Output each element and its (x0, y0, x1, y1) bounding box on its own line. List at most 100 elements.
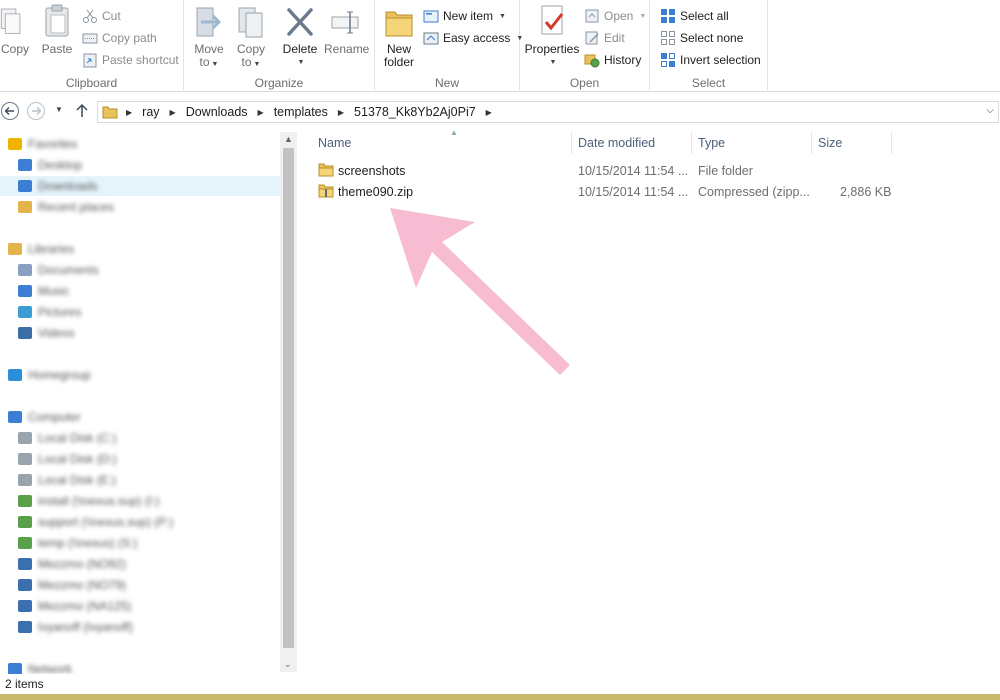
history-button[interactable]: History (584, 50, 641, 70)
homegroup-icon (8, 369, 22, 381)
file-row-theme090-zip[interactable]: theme090.zip 10/15/2014 11:54 ... Compre… (312, 182, 892, 202)
address-dropdown-icon[interactable]: ⌵ (986, 105, 994, 116)
sort-ascending-icon: ▲ (450, 128, 458, 137)
navigation-pane: Favorites Desktop Downloads Recent places Li… (0, 132, 282, 674)
select-group: Select all Select none Invert selection … (650, 0, 768, 92)
nav-item-mezzmo-no79[interactable]: Mezzmo (NO79) (0, 575, 280, 595)
properties-caret-icon: ▼ (549, 59, 557, 66)
nav-item-temp-nexus-s[interactable]: temp (\\nexus) (S:) (0, 533, 280, 553)
delete-button[interactable]: Delete ▼ (282, 4, 318, 69)
select-all-button[interactable]: Select all (660, 6, 729, 26)
nav-item-local-disk-c[interactable]: Local Disk (C:) (0, 428, 280, 448)
taskbar-strip (0, 694, 1000, 700)
file-name: theme090.zip (338, 185, 414, 199)
nav-item-pictures[interactable]: Pictures (0, 302, 280, 322)
libraries-icon (8, 243, 22, 255)
nav-item-network[interactable]: Network (0, 659, 280, 674)
videos-icon (18, 327, 32, 339)
column-header-name[interactable]: Name ▲ (312, 128, 572, 154)
scrollbar-thumb[interactable] (283, 148, 294, 648)
open-icon (585, 9, 599, 23)
up-arrow-icon[interactable] (72, 101, 92, 121)
back-arrow-icon[interactable] (0, 101, 20, 121)
scroll-up-icon[interactable]: ▲ (284, 134, 293, 144)
nav-item-computer[interactable]: Computer (0, 407, 280, 427)
breadcrumb-downloads[interactable]: Downloads (186, 105, 248, 119)
nav-item-label: Documents (38, 263, 99, 277)
rename-button[interactable]: Rename (324, 4, 369, 56)
nav-item-documents[interactable]: Documents (0, 260, 280, 280)
forward-arrow-icon[interactable] (26, 101, 46, 121)
paste-shortcut-button[interactable]: Paste shortcut (82, 50, 179, 70)
invert-selection-button[interactable]: Invert selection (660, 50, 761, 70)
copy-path-icon (82, 33, 98, 44)
cut-button[interactable]: Cut (82, 6, 121, 26)
easy-access-button[interactable]: Easy access ▼ (423, 28, 523, 48)
nav-item-install-nexus-sup-i[interactable]: install (\\nexus.sup) (I:) (0, 491, 280, 511)
new-folder-button[interactable]: New folder (381, 4, 417, 69)
easy-access-icon (423, 32, 439, 45)
copy-path-button[interactable]: Copy path (82, 28, 157, 48)
nav-item-label: Libraries (28, 242, 75, 256)
nav-item-local-disk-e[interactable]: Local Disk (E:) (0, 470, 280, 490)
nav-item-videos[interactable]: Videos (0, 323, 280, 343)
computer-icon (8, 411, 22, 423)
media-icon (18, 558, 32, 570)
disk-icon (18, 432, 32, 444)
properties-button[interactable]: Properties ▼ (524, 4, 580, 69)
nav-item-support-nexus-sup-p[interactable]: support (\\nexus.sup) (P:) (0, 512, 280, 532)
zip-folder-icon (318, 184, 334, 198)
open-button[interactable]: Open ▼ (584, 6, 646, 26)
new-folder-icon (385, 11, 413, 37)
nav-item-mezzmo-na125[interactable]: Mezzmo (NA125) (0, 596, 280, 616)
nav-item-libraries[interactable]: Libraries (0, 239, 280, 259)
paste-button[interactable]: Paste (40, 4, 74, 56)
column-header-date-modified[interactable]: Date modified (572, 132, 692, 154)
delete-x-icon (287, 8, 313, 36)
new-group-label: New (434, 76, 459, 90)
clipboard-group-label: Clipboard (65, 76, 118, 90)
edit-icon (585, 31, 599, 45)
select-none-button[interactable]: Select none (660, 28, 743, 48)
nav-item-favorites[interactable]: Favorites (0, 134, 280, 154)
navigation-pane-scrollbar[interactable]: ▲ ⌄ (280, 132, 297, 672)
column-header-type[interactable]: Type (692, 132, 812, 154)
select-group-label: Select (691, 76, 726, 90)
copy-to-button[interactable]: Copy to ▼ (234, 4, 268, 71)
nav-item-music[interactable]: Music (0, 281, 280, 301)
nav-item-recent-places[interactable]: Recent places (0, 197, 280, 217)
downloads-icon (18, 180, 32, 192)
address-bar[interactable]: ▶ ray ▶ Downloads ▶ templates ▶ 51378_Kk… (97, 101, 999, 123)
recent-locations-dropdown[interactable]: ▼ (55, 105, 63, 114)
file-date-modified: 10/15/2014 11:54 ... (578, 164, 689, 178)
copy-button[interactable]: Copy (0, 4, 30, 56)
paste-shortcut-icon (83, 53, 97, 68)
nav-item-local-disk-d[interactable]: Local Disk (D:) (0, 449, 280, 469)
nav-item-label: Pictures (38, 305, 82, 319)
nav-item-homegroup[interactable]: Homegroup (0, 365, 280, 385)
move-to-button[interactable]: Move to ▼ (192, 4, 226, 71)
column-header-size[interactable]: Size (812, 132, 892, 154)
new-item-button[interactable]: New item ▼ (423, 6, 506, 26)
open-caret-icon: ▼ (639, 12, 647, 20)
file-row-screenshots[interactable]: screenshots 10/15/2014 11:54 ... File fo… (312, 161, 892, 181)
nav-item-downloads[interactable]: Downloads (0, 176, 280, 196)
file-size: 2,886 KB (840, 185, 892, 199)
edit-button[interactable]: Edit (584, 28, 625, 48)
clipboard-group: Copy Paste Cut Copy path Paste shortcut … (0, 0, 184, 92)
ribbon: Copy Paste Cut Copy path Paste shortcut … (0, 0, 1000, 92)
nav-item-label: Homegroup (28, 368, 91, 382)
scroll-down-icon[interactable]: ⌄ (284, 659, 292, 670)
new-group: New folder New item ▼ Easy access ▼ New (375, 0, 523, 92)
nav-item-mezzmo-no92[interactable]: Mezzmo (NO92) (0, 554, 280, 574)
properties-icon (541, 5, 564, 35)
breadcrumb-current-folder[interactable]: 51378_Kk8Yb2Aj0Pi7 (354, 105, 476, 119)
breadcrumb-ray[interactable]: ray (142, 105, 159, 119)
nav-item-ivyanoff-ivyanoff[interactable]: Ivyanoff (Ivyanoff) (0, 617, 280, 637)
copy-to-icon (238, 7, 263, 38)
nav-item-desktop[interactable]: Desktop (0, 155, 280, 175)
file-type: Compressed (zipp... (698, 185, 810, 199)
breadcrumb-templates[interactable]: templates (274, 105, 328, 119)
move-to-caret-icon: ▼ (211, 61, 219, 68)
copy-icon (0, 8, 21, 34)
